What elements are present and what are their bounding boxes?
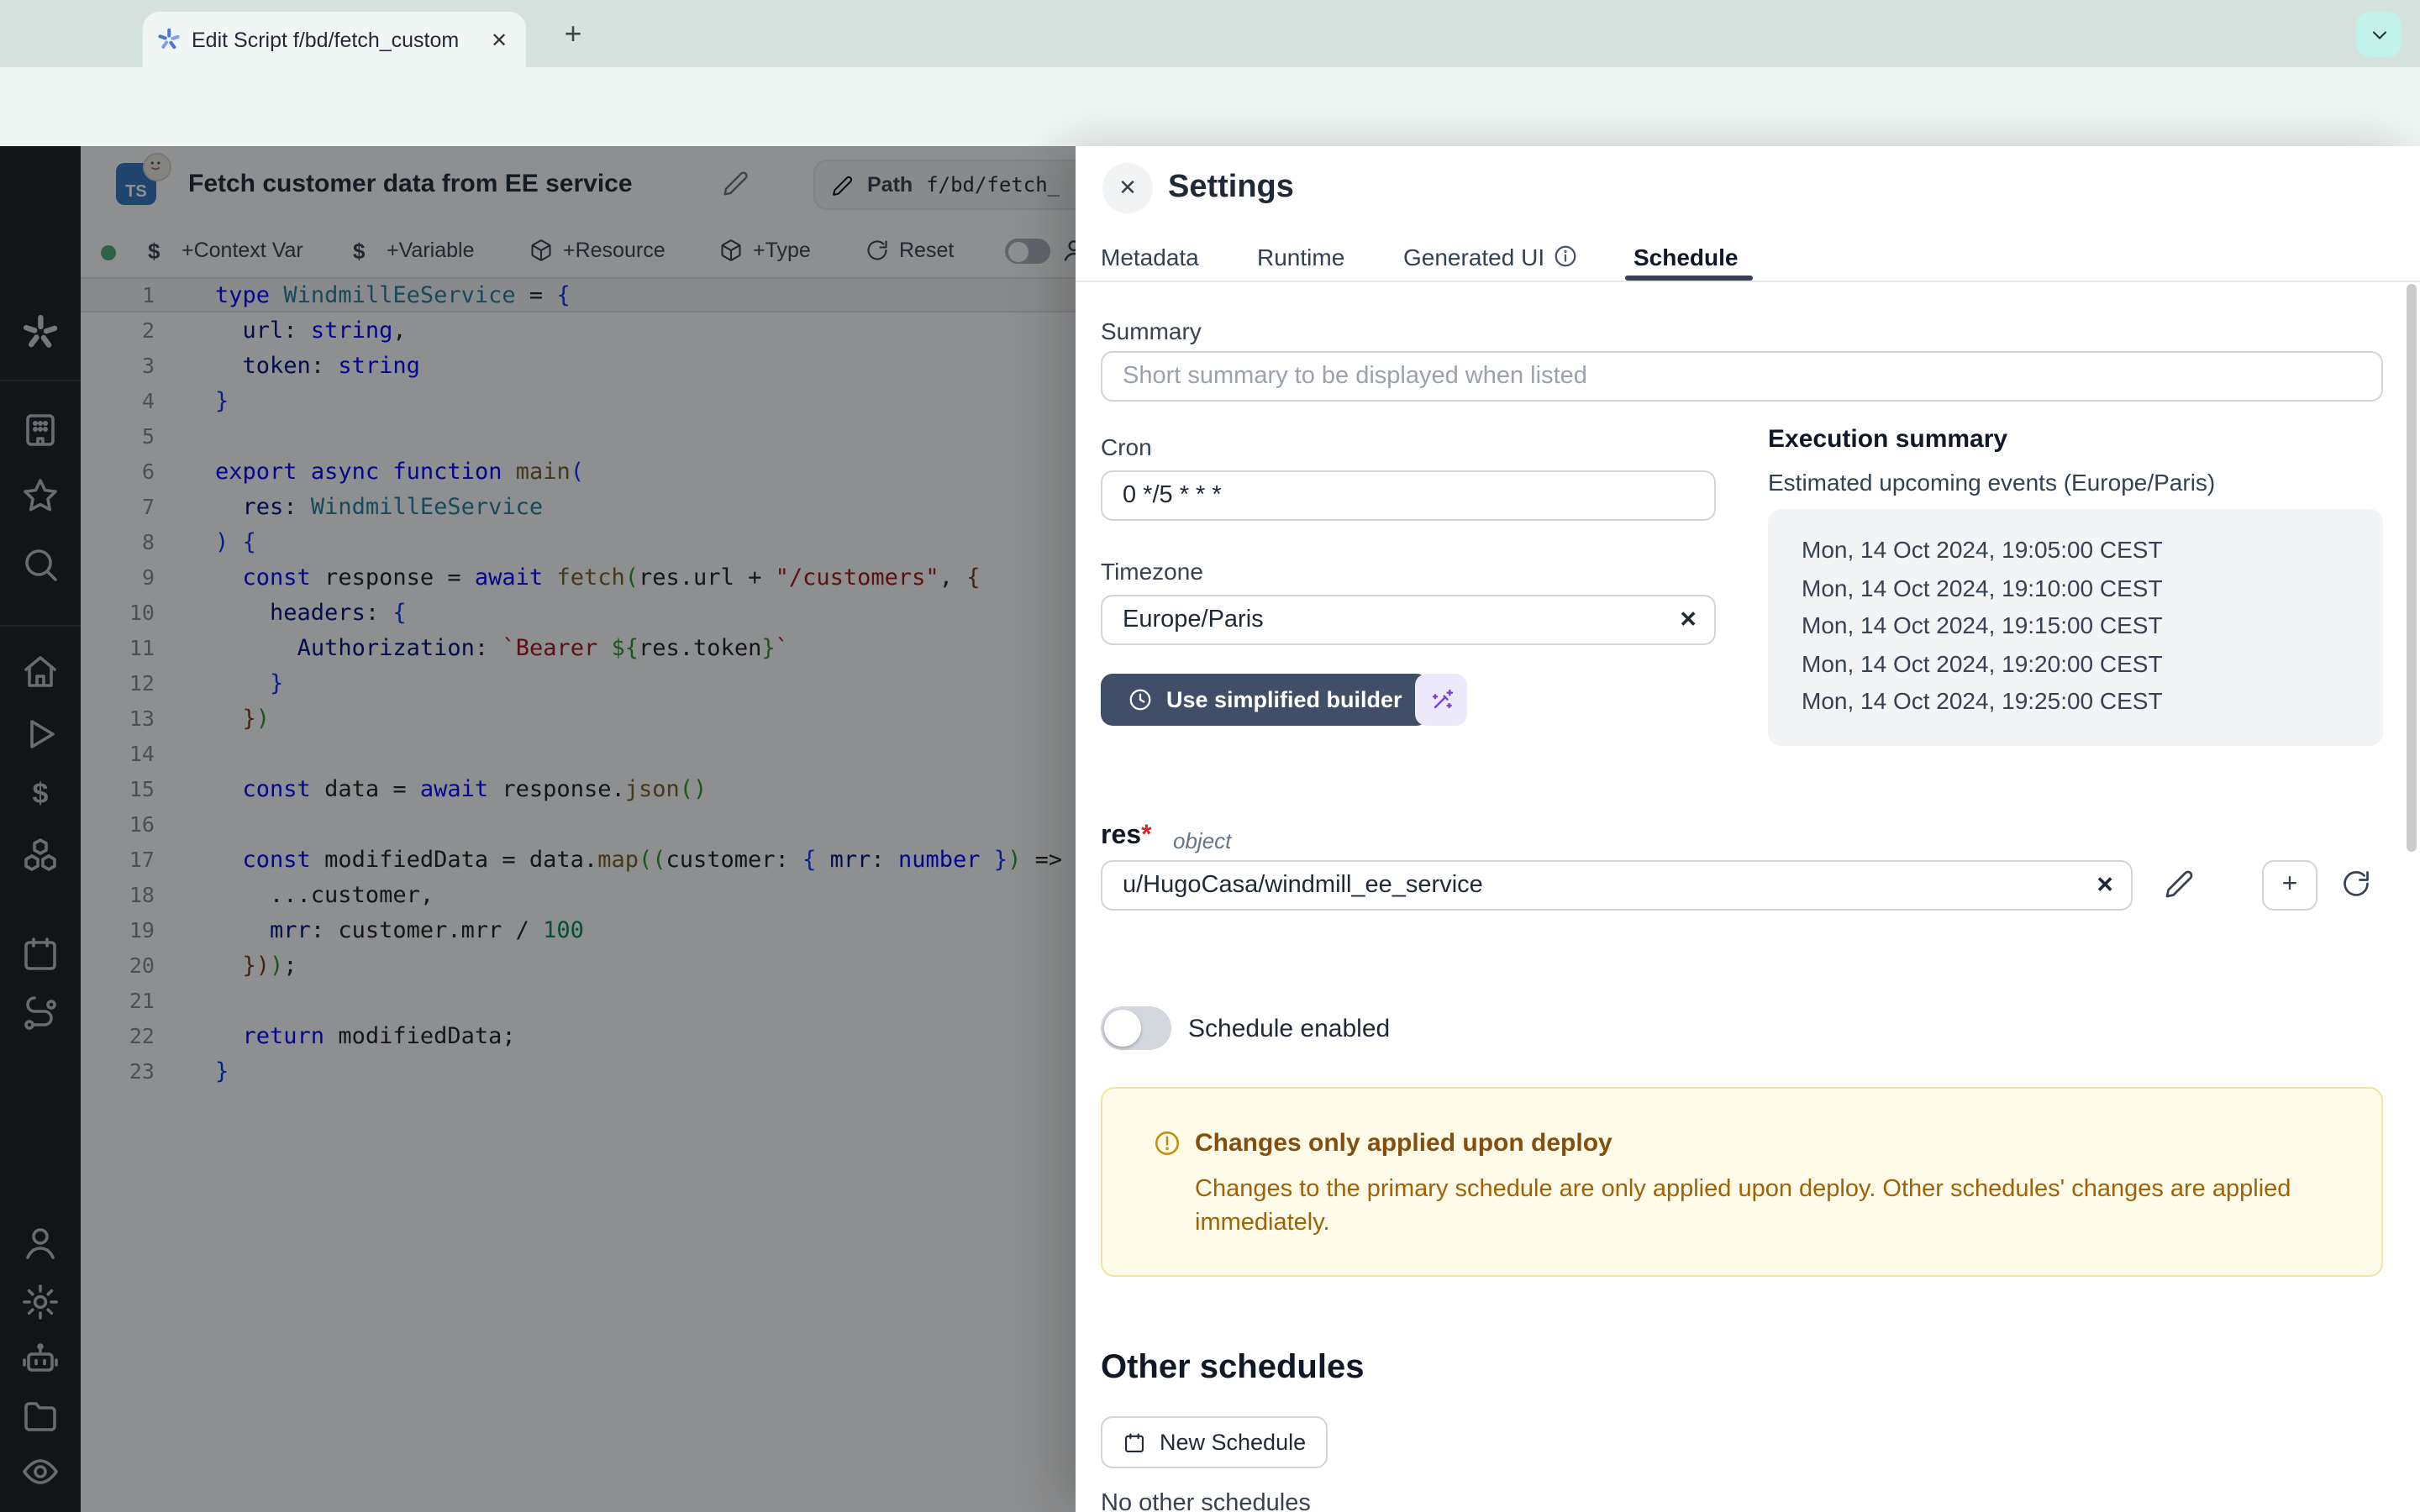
settings-tabs: Metadata Runtime Generated UI Schedule: [1076, 232, 2420, 282]
calendar-icon: [1123, 1431, 1146, 1454]
summary-input[interactable]: [1101, 351, 2383, 402]
info-icon: [1553, 244, 1578, 269]
tab-metadata[interactable]: Metadata: [1101, 232, 1199, 281]
ai-wand-button[interactable]: [1415, 674, 1467, 726]
resource-arg-name: res*: [1101, 822, 1152, 852]
clear-timezone-icon[interactable]: ✕: [1679, 606, 1697, 633]
deploy-warning-banner: Changes only applied upon deploy Changes…: [1101, 1087, 2383, 1277]
cron-label: Cron: [1101, 433, 1152, 460]
new-schedule-button[interactable]: New Schedule: [1101, 1416, 1328, 1468]
settings-drawer: ✕ Settings Metadata Runtime Generated UI…: [1076, 146, 2420, 1512]
no-other-schedules-text: No other schedules: [1101, 1490, 1311, 1512]
chrome-chevron-button[interactable]: [2356, 12, 2402, 57]
tab-strip: Edit Script f/bd/fetch_custom ✕ +: [0, 0, 2420, 67]
resource-input[interactable]: [1101, 860, 2133, 911]
edit-resource-pencil-icon[interactable]: [2165, 869, 2195, 899]
tab-schedule[interactable]: Schedule: [1634, 232, 1739, 281]
timezone-input[interactable]: [1101, 595, 1716, 645]
browser-window: Edit Script f/bd/fetch_custom ✕ + app.wi…: [0, 0, 2420, 1512]
close-drawer-button[interactable]: ✕: [1102, 163, 1153, 213]
drawer-title: Settings: [1168, 170, 1294, 207]
schedule-enabled-toggle[interactable]: [1101, 1006, 1171, 1050]
alert-circle-icon: [1153, 1129, 1181, 1158]
windmill-favicon: [156, 27, 182, 52]
upcoming-event: Mon, 14 Oct 2024, 19:05:00 CEST: [1802, 531, 2383, 569]
magic-wand-icon: [1428, 686, 1455, 713]
resource-arg-type: object: [1173, 828, 1231, 853]
cron-input[interactable]: [1101, 470, 1716, 521]
other-schedules-heading: Other schedules: [1101, 1349, 1364, 1388]
refresh-resource-icon[interactable]: [2341, 869, 2371, 899]
panel-scrollbar[interactable]: [2407, 284, 2417, 852]
browser-toolbar: app.windmill.dev/scripts/edit/f/bd/fetch…: [0, 67, 2420, 146]
tab-title: Edit Script f/bd/fetch_custom: [192, 28, 476, 51]
upcoming-event: Mon, 14 Oct 2024, 19:25:00 CEST: [1802, 683, 2383, 721]
tab-generated-ui[interactable]: Generated UI: [1403, 232, 1578, 281]
chevron-down-icon: [2367, 23, 2391, 46]
upcoming-event: Mon, 14 Oct 2024, 19:15:00 CEST: [1802, 606, 2383, 644]
simplified-builder-button[interactable]: Use simplified builder: [1101, 674, 1429, 726]
execution-summary-heading: Execution summary: [1768, 425, 2007, 454]
tab-close-icon[interactable]: ✕: [486, 26, 513, 53]
new-tab-button[interactable]: +: [555, 15, 592, 52]
tab-runtime[interactable]: Runtime: [1257, 232, 1344, 281]
drawer-backdrop[interactable]: [0, 146, 1076, 1512]
add-resource-button[interactable]: +: [2262, 860, 2317, 911]
schedule-enabled-label: Schedule enabled: [1188, 1015, 1390, 1043]
upcoming-events-box: Mon, 14 Oct 2024, 19:05:00 CESTMon, 14 O…: [1768, 509, 2383, 746]
warning-body: Changes to the primary schedule are only…: [1195, 1173, 2354, 1240]
required-asterisk: *: [1141, 822, 1151, 850]
summary-label: Summary: [1101, 318, 1202, 344]
execution-summary-subheading: Estimated upcoming events (Europe/Paris): [1768, 469, 2215, 496]
timezone-label: Timezone: [1101, 558, 1203, 585]
upcoming-event: Mon, 14 Oct 2024, 19:20:00 CEST: [1802, 645, 2383, 683]
warning-title: Changes only applied upon deploy: [1195, 1129, 1612, 1158]
clock-icon: [1128, 687, 1153, 712]
clear-resource-icon[interactable]: ✕: [2096, 872, 2114, 899]
active-tab-underline: [1625, 276, 1753, 281]
browser-tab[interactable]: Edit Script f/bd/fetch_custom ✕: [143, 12, 526, 67]
upcoming-event: Mon, 14 Oct 2024, 19:10:00 CEST: [1802, 569, 2383, 606]
